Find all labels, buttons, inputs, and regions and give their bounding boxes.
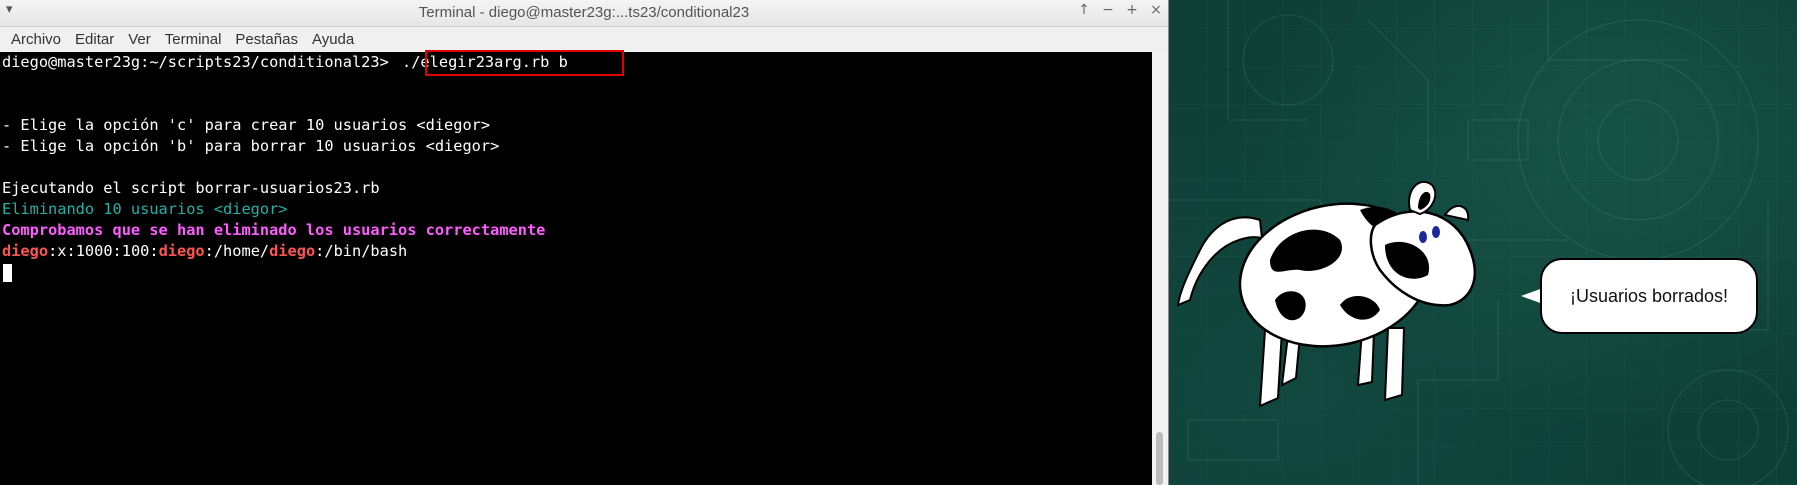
option-b-line: - Elige la opción 'b' para borrar 10 usu…	[2, 137, 500, 155]
deleting-line: Eliminando 10 usuarios <diegor>	[2, 200, 288, 218]
command-highlight-box	[425, 50, 624, 76]
terminal-output[interactable]: diego@master23g:~/scripts23/conditional2…	[0, 52, 1152, 485]
passwd-fields: :x:1000:100:	[48, 242, 159, 260]
keep-above-icon[interactable]: ↑	[1076, 2, 1092, 18]
speech-bubble-text: ¡Usuarios borrados!	[1569, 285, 1729, 306]
scrollbar[interactable]	[1152, 52, 1168, 485]
title-bar[interactable]: ▾ Terminal - diego@master23g:...ts23/con…	[0, 0, 1168, 27]
passwd-user: diego	[2, 242, 49, 260]
menu-ver[interactable]: Ver	[121, 31, 158, 48]
menu-ayuda[interactable]: Ayuda	[305, 31, 361, 48]
window-title: Terminal - diego@master23g:...ts23/condi…	[418, 4, 750, 21]
window-controls: ↑ − + ×	[1076, 2, 1164, 18]
option-c-line: - Elige la opción 'c' para crear 10 usua…	[2, 116, 491, 134]
menu-editar[interactable]: Editar	[68, 31, 121, 48]
close-button[interactable]: ×	[1148, 2, 1164, 18]
terminal-window: ▾ Terminal - diego@master23g:...ts23/con…	[0, 0, 1169, 485]
minimize-button[interactable]: −	[1100, 2, 1116, 18]
passwd-group: diego	[158, 242, 205, 260]
passwd-home-user: diego	[269, 242, 316, 260]
maximize-button[interactable]: +	[1124, 2, 1140, 18]
executing-line: Ejecutando el script borrar-usuarios23.r…	[2, 179, 380, 197]
menu-archivo[interactable]: Archivo	[4, 31, 68, 48]
passwd-shell: :/bin/bash	[315, 242, 408, 260]
passwd-line: diego:x:1000:100:diego:/home/diego:/bin/…	[2, 241, 407, 262]
menu-pestanas[interactable]: Pestañas	[228, 31, 305, 48]
speech-bubble: ¡Usuarios borrados!	[1540, 258, 1758, 334]
text-cursor	[3, 264, 12, 282]
menu-terminal[interactable]: Terminal	[158, 31, 229, 48]
passwd-home-prefix: :/home/	[204, 242, 270, 260]
cow-illustration	[1176, 180, 1476, 408]
scrollbar-thumb[interactable]	[1156, 432, 1163, 485]
prompt: diego@master23g:~/scripts23/conditional2…	[2, 53, 399, 71]
verify-line: Comprobamos que se han eliminado los usu…	[2, 221, 546, 239]
